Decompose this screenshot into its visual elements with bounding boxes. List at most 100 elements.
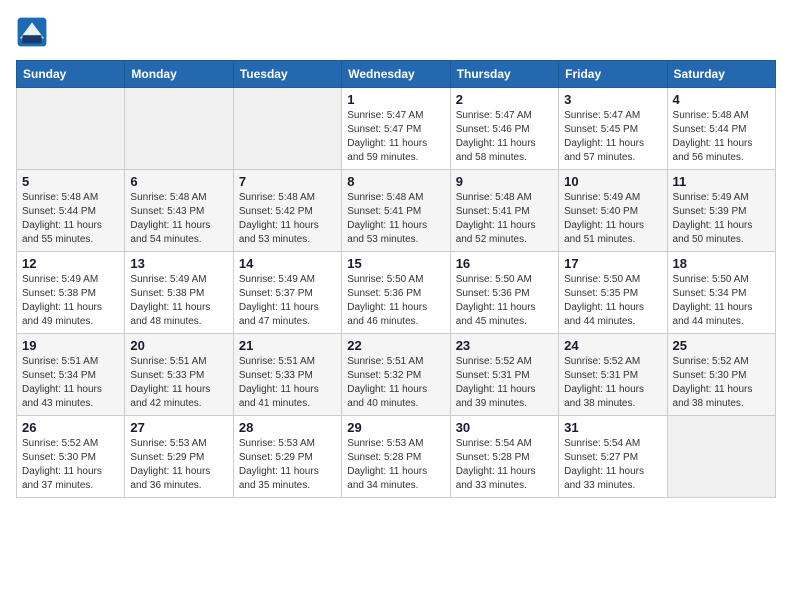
day-info: Sunrise: 5:50 AMSunset: 5:36 PMDaylight:… bbox=[347, 273, 444, 329]
calendar-table: SundayMondayTuesdayWednesdayThursdayFrid… bbox=[16, 60, 776, 498]
day-number: 29 bbox=[347, 420, 444, 435]
day-number: 19 bbox=[22, 338, 119, 353]
day-number: 11 bbox=[673, 174, 770, 189]
day-number: 31 bbox=[564, 420, 661, 435]
header-day: Monday bbox=[125, 61, 233, 88]
calendar-cell: 18 Sunrise: 5:50 AMSunset: 5:34 PMDayligh… bbox=[667, 252, 775, 334]
calendar-cell: 11 Sunrise: 5:49 AMSunset: 5:39 PMDayligh… bbox=[667, 170, 775, 252]
calendar-cell: 17 Sunrise: 5:50 AMSunset: 5:35 PMDayligh… bbox=[559, 252, 667, 334]
day-number: 15 bbox=[347, 256, 444, 271]
day-number: 4 bbox=[673, 92, 770, 107]
day-info: Sunrise: 5:48 AMSunset: 5:44 PMDaylight:… bbox=[673, 109, 770, 165]
day-info: Sunrise: 5:54 AMSunset: 5:27 PMDaylight:… bbox=[564, 437, 661, 493]
day-info: Sunrise: 5:49 AMSunset: 5:37 PMDaylight:… bbox=[239, 273, 336, 329]
day-number: 7 bbox=[239, 174, 336, 189]
calendar-cell: 24Sunrise: 5:52 AMSunset: 5:31 PMDayligh… bbox=[559, 334, 667, 416]
calendar-week: 26 Sunrise: 5:52 AMSunset: 5:30 PMDayligh… bbox=[17, 416, 776, 498]
day-info: Sunrise: 5:47 AMSunset: 5:47 PMDaylight:… bbox=[347, 109, 444, 165]
day-number: 16 bbox=[456, 256, 553, 271]
calendar-cell: 26 Sunrise: 5:52 AMSunset: 5:30 PMDayligh… bbox=[17, 416, 125, 498]
day-info: Sunrise: 5:49 AMSunset: 5:39 PMDaylight:… bbox=[673, 191, 770, 247]
header-day: Thursday bbox=[450, 61, 558, 88]
day-number: 17 bbox=[564, 256, 661, 271]
day-number: 2 bbox=[456, 92, 553, 107]
day-info: Sunrise: 5:48 AMSunset: 5:41 PMDaylight:… bbox=[347, 191, 444, 247]
day-info: Sunrise: 5:51 AMSunset: 5:33 PMDaylight:… bbox=[130, 355, 227, 411]
day-number: 21 bbox=[239, 338, 336, 353]
calendar-week: 5 Sunrise: 5:48 AMSunset: 5:44 PMDaylight… bbox=[17, 170, 776, 252]
day-info: Sunrise: 5:49 AMSunset: 5:40 PMDaylight:… bbox=[564, 191, 661, 247]
calendar-cell: 27Sunrise: 5:53 AMSunset: 5:29 PMDayligh… bbox=[125, 416, 233, 498]
day-number: 20 bbox=[130, 338, 227, 353]
header-day: Tuesday bbox=[233, 61, 341, 88]
day-info: Sunrise: 5:52 AMSunset: 5:30 PMDaylight:… bbox=[22, 437, 119, 493]
day-info: Sunrise: 5:52 AMSunset: 5:31 PMDaylight:… bbox=[456, 355, 553, 411]
day-number: 13 bbox=[130, 256, 227, 271]
calendar-cell: 4 Sunrise: 5:48 AMSunset: 5:44 PMDaylight… bbox=[667, 88, 775, 170]
calendar-cell: 1 Sunrise: 5:47 AMSunset: 5:47 PMDaylight… bbox=[342, 88, 450, 170]
header-day: Wednesday bbox=[342, 61, 450, 88]
calendar-cell: 21 Sunrise: 5:51 AMSunset: 5:33 PMDayligh… bbox=[233, 334, 341, 416]
calendar-cell: 2 Sunrise: 5:47 AMSunset: 5:46 PMDaylight… bbox=[450, 88, 558, 170]
day-info: Sunrise: 5:53 AMSunset: 5:28 PMDaylight:… bbox=[347, 437, 444, 493]
calendar-cell: 13Sunrise: 5:49 AMSunset: 5:38 PMDayligh… bbox=[125, 252, 233, 334]
day-info: Sunrise: 5:48 AMSunset: 5:41 PMDaylight:… bbox=[456, 191, 553, 247]
calendar-cell: 3 Sunrise: 5:47 AMSunset: 5:45 PMDaylight… bbox=[559, 88, 667, 170]
day-number: 10 bbox=[564, 174, 661, 189]
day-info: Sunrise: 5:47 AMSunset: 5:46 PMDaylight:… bbox=[456, 109, 553, 165]
calendar-cell: 10 Sunrise: 5:49 AMSunset: 5:40 PMDayligh… bbox=[559, 170, 667, 252]
day-number: 14 bbox=[239, 256, 336, 271]
calendar-week: 12 Sunrise: 5:49 AMSunset: 5:38 PMDayligh… bbox=[17, 252, 776, 334]
day-number: 26 bbox=[22, 420, 119, 435]
header-day: Sunday bbox=[17, 61, 125, 88]
day-number: 3 bbox=[564, 92, 661, 107]
page-header bbox=[16, 16, 776, 48]
day-number: 9 bbox=[456, 174, 553, 189]
day-number: 6 bbox=[130, 174, 227, 189]
day-info: Sunrise: 5:48 AMSunset: 5:42 PMDaylight:… bbox=[239, 191, 336, 247]
calendar-cell: 23 Sunrise: 5:52 AMSunset: 5:31 PMDayligh… bbox=[450, 334, 558, 416]
logo-icon bbox=[16, 16, 48, 48]
calendar-cell: 6 Sunrise: 5:48 AMSunset: 5:43 PMDaylight… bbox=[125, 170, 233, 252]
calendar-cell: 20 Sunrise: 5:51 AMSunset: 5:33 PMDayligh… bbox=[125, 334, 233, 416]
day-info: Sunrise: 5:51 AMSunset: 5:34 PMDaylight:… bbox=[22, 355, 119, 411]
calendar-cell: 29 Sunrise: 5:53 AMSunset: 5:28 PMDayligh… bbox=[342, 416, 450, 498]
day-info: Sunrise: 5:53 AMSunset: 5:29 PMDaylight:… bbox=[239, 437, 336, 493]
day-number: 23 bbox=[456, 338, 553, 353]
day-number: 1 bbox=[347, 92, 444, 107]
day-number: 30 bbox=[456, 420, 553, 435]
calendar-cell: 16 Sunrise: 5:50 AMSunset: 5:36 PMDayligh… bbox=[450, 252, 558, 334]
calendar-cell: 25Sunrise: 5:52 AMSunset: 5:30 PMDayligh… bbox=[667, 334, 775, 416]
day-number: 22 bbox=[347, 338, 444, 353]
day-info: Sunrise: 5:49 AMSunset: 5:38 PMDaylight:… bbox=[22, 273, 119, 329]
calendar-cell: 8 Sunrise: 5:48 AMSunset: 5:41 PMDaylight… bbox=[342, 170, 450, 252]
day-info: Sunrise: 5:50 AMSunset: 5:35 PMDaylight:… bbox=[564, 273, 661, 329]
calendar-cell bbox=[17, 88, 125, 170]
day-info: Sunrise: 5:50 AMSunset: 5:36 PMDaylight:… bbox=[456, 273, 553, 329]
calendar-cell: 28 Sunrise: 5:53 AMSunset: 5:29 PMDayligh… bbox=[233, 416, 341, 498]
day-info: Sunrise: 5:53 AMSunset: 5:29 PMDaylight:… bbox=[130, 437, 227, 493]
day-number: 18 bbox=[673, 256, 770, 271]
calendar-cell: 15 Sunrise: 5:50 AMSunset: 5:36 PMDayligh… bbox=[342, 252, 450, 334]
day-info: Sunrise: 5:50 AMSunset: 5:34 PMDaylight:… bbox=[673, 273, 770, 329]
calendar-cell: 12 Sunrise: 5:49 AMSunset: 5:38 PMDayligh… bbox=[17, 252, 125, 334]
calendar-week: 19 Sunrise: 5:51 AMSunset: 5:34 PMDayligh… bbox=[17, 334, 776, 416]
calendar-cell: 30Sunrise: 5:54 AMSunset: 5:28 PMDayligh… bbox=[450, 416, 558, 498]
calendar-cell: 5 Sunrise: 5:48 AMSunset: 5:44 PMDaylight… bbox=[17, 170, 125, 252]
day-number: 8 bbox=[347, 174, 444, 189]
day-info: Sunrise: 5:51 AMSunset: 5:32 PMDaylight:… bbox=[347, 355, 444, 411]
header-row: SundayMondayTuesdayWednesdayThursdayFrid… bbox=[17, 61, 776, 88]
day-number: 12 bbox=[22, 256, 119, 271]
day-info: Sunrise: 5:47 AMSunset: 5:45 PMDaylight:… bbox=[564, 109, 661, 165]
calendar-week: 1 Sunrise: 5:47 AMSunset: 5:47 PMDaylight… bbox=[17, 88, 776, 170]
day-info: Sunrise: 5:48 AMSunset: 5:44 PMDaylight:… bbox=[22, 191, 119, 247]
calendar-cell: 9 Sunrise: 5:48 AMSunset: 5:41 PMDaylight… bbox=[450, 170, 558, 252]
logo bbox=[16, 16, 52, 48]
day-info: Sunrise: 5:52 AMSunset: 5:30 PMDaylight:… bbox=[673, 355, 770, 411]
day-info: Sunrise: 5:51 AMSunset: 5:33 PMDaylight:… bbox=[239, 355, 336, 411]
day-info: Sunrise: 5:52 AMSunset: 5:31 PMDaylight:… bbox=[564, 355, 661, 411]
day-number: 28 bbox=[239, 420, 336, 435]
day-number: 5 bbox=[22, 174, 119, 189]
calendar-cell: 14 Sunrise: 5:49 AMSunset: 5:37 PMDayligh… bbox=[233, 252, 341, 334]
day-info: Sunrise: 5:48 AMSunset: 5:43 PMDaylight:… bbox=[130, 191, 227, 247]
